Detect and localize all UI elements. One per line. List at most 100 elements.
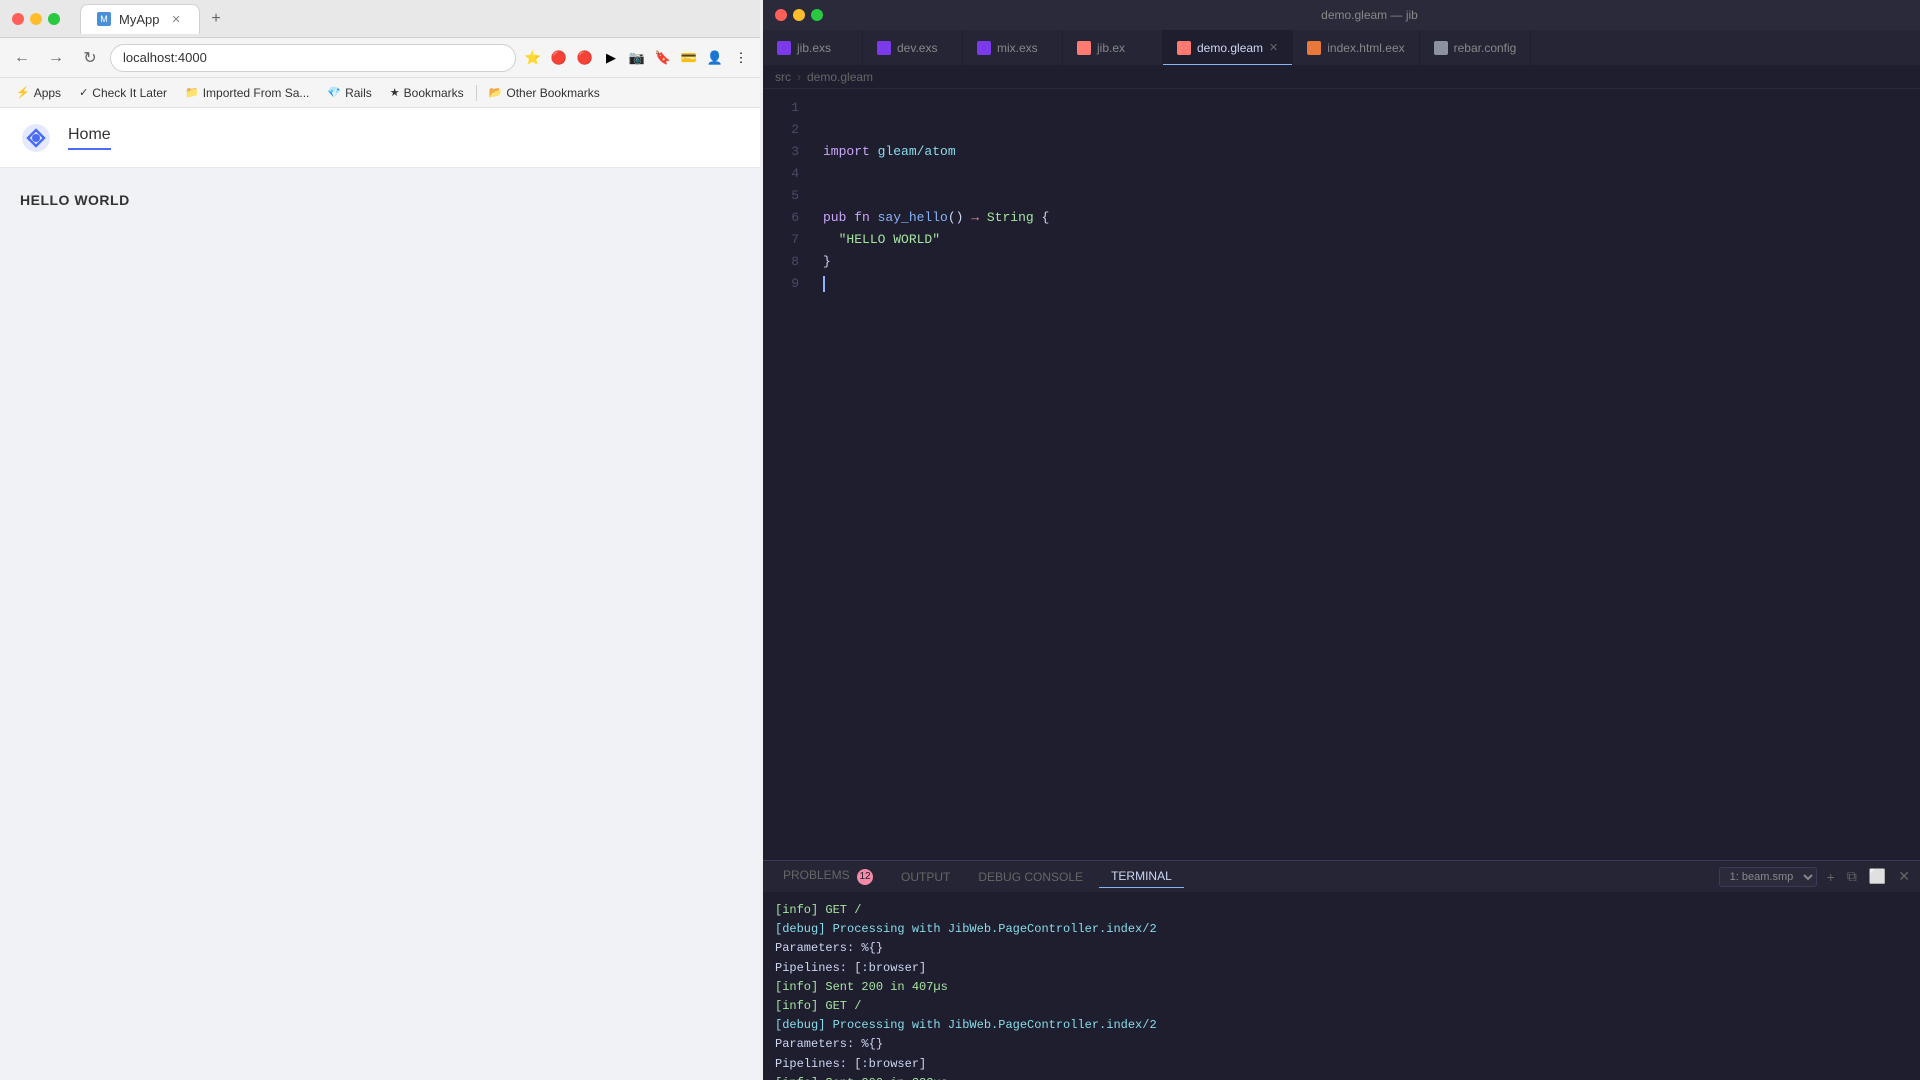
nav-home-link[interactable]: Home	[68, 126, 111, 150]
bookmark-imported-label: Imported From Sa...	[203, 86, 310, 100]
output-tab[interactable]: OUTPUT	[889, 866, 962, 888]
new-tab-button[interactable]: +	[204, 7, 228, 31]
line-num-2: 2	[763, 119, 799, 141]
bookmark-bookmarks[interactable]: ★ Bookmarks	[382, 84, 472, 102]
editor-tab-demo-gleam[interactable]: demo.gleam ✕	[1163, 30, 1293, 65]
output-label: OUTPUT	[901, 870, 950, 884]
folder2-icon: 📂	[489, 86, 503, 99]
jib-ex-icon	[1077, 41, 1091, 55]
bookmark-rails[interactable]: 💎 Rails	[319, 84, 379, 102]
breadcrumb-separator: ›	[797, 70, 801, 84]
term-pipelines-1: Pipelines: [:browser]	[775, 961, 926, 975]
extensions-icon[interactable]: 🔴	[548, 47, 570, 69]
term-debug-2: [debug] Processing with JibWeb.PageContr…	[775, 1018, 1157, 1032]
editor-tab-jib-ex[interactable]: jib.ex	[1063, 30, 1163, 65]
code-line-9	[823, 273, 1920, 295]
tab-title: MyApp	[119, 12, 159, 27]
editor-close-button[interactable]	[775, 9, 787, 21]
bookmark-imported-from-sa[interactable]: 📁 Imported From Sa...	[177, 84, 317, 102]
bookmark-apps[interactable]: ⚡ Apps	[8, 84, 69, 102]
youtube-icon[interactable]: ▶	[600, 47, 622, 69]
problems-tab[interactable]: PROBLEMS 12	[771, 864, 885, 889]
tab-close-button[interactable]: ✕	[171, 13, 180, 26]
breadcrumb-file[interactable]: demo.gleam	[807, 70, 873, 84]
return-type: String	[987, 207, 1034, 229]
forward-button[interactable]: →	[42, 44, 70, 72]
breadcrumb-src[interactable]: src	[775, 70, 791, 84]
terminal-actions: 1: beam.smp + ⧉ ⬜ ✕	[1719, 866, 1912, 887]
wallet-icon[interactable]: 💳	[678, 47, 700, 69]
editor-tab-rebar-config[interactable]: rebar.config	[1420, 30, 1532, 65]
tab-rebar-config-label: rebar.config	[1454, 41, 1517, 55]
terminal-close-button[interactable]: ✕	[1896, 866, 1912, 887]
term-line-4: Pipelines: [:browser]	[775, 959, 1908, 978]
terminal-add-button[interactable]: +	[1825, 867, 1837, 887]
terminal-maximize-button[interactable]: ⬜	[1867, 866, 1888, 887]
profile-icon[interactable]: 👤	[704, 47, 726, 69]
editor-maximize-button[interactable]	[811, 9, 823, 21]
bookmark-mgr-icon[interactable]: 🔖	[652, 47, 674, 69]
terminal-selector[interactable]: 1: beam.smp	[1719, 867, 1817, 887]
nav-icons: ⭐ 🔴 🔴 ▶ 📷 🔖 💳 👤 ⋮	[522, 47, 752, 69]
import-keyword: import	[823, 141, 870, 163]
debug-console-tab[interactable]: DEBUG CONSOLE	[966, 866, 1095, 888]
editor-main: 1 2 3 4 5 6 7 8 9 import gleam/atom pub …	[763, 89, 1920, 860]
code-line-2	[823, 119, 1920, 141]
apps-icon: ⚡	[16, 86, 30, 99]
term-line-2: [debug] Processing with JibWeb.PageContr…	[775, 920, 1908, 939]
address-bar[interactable]	[110, 44, 516, 72]
code-line-1	[823, 97, 1920, 119]
back-button[interactable]: ←	[8, 44, 36, 72]
browser-tab-myapp[interactable]: M MyApp ✕	[80, 4, 200, 34]
refresh-button[interactable]: ↻	[76, 44, 104, 72]
minimize-window-button[interactable]	[30, 13, 42, 25]
pub-fn-keyword: pub fn	[823, 207, 870, 229]
menu-icon[interactable]: ⋮	[730, 47, 752, 69]
bookmarks-bar: ⚡ Apps ✓ Check It Later 📁 Imported From …	[0, 78, 760, 108]
editor-tab-mix-exs[interactable]: mix.exs	[963, 30, 1063, 65]
demo-gleam-close[interactable]: ✕	[1269, 41, 1278, 54]
brace-open: {	[1034, 207, 1050, 229]
code-line-4	[823, 163, 1920, 185]
nav-bar: ← → ↻ ⭐ 🔴 🔴 ▶ 📷 🔖 💳 👤 ⋮	[0, 38, 760, 78]
dev-exs-icon	[877, 41, 891, 55]
gleam-logo-svg	[20, 122, 52, 154]
editor-tab-bar: jib.exs dev.exs mix.exs jib.ex demo.glea…	[763, 30, 1920, 65]
line-num-9: 9	[763, 273, 799, 295]
terminal-split-button[interactable]: ⧉	[1845, 866, 1859, 887]
code-editor[interactable]: import gleam/atom pub fn say_hello() → S…	[811, 89, 1920, 860]
bookmark-check-it-later[interactable]: ✓ Check It Later	[71, 84, 175, 102]
maximize-window-button[interactable]	[48, 13, 60, 25]
tab-jib-ex-label: jib.ex	[1097, 41, 1125, 55]
tab-demo-gleam-label: demo.gleam	[1197, 41, 1263, 55]
bookmark-other[interactable]: 📂 Other Bookmarks	[481, 84, 608, 102]
editor-tab-dev-exs[interactable]: dev.exs	[863, 30, 963, 65]
editor-minimize-button[interactable]	[793, 9, 805, 21]
module-name: gleam/atom	[878, 141, 956, 163]
editor-tab-jib-exs[interactable]: jib.exs	[763, 30, 863, 65]
line-num-5: 5	[763, 185, 799, 207]
tab-favicon: M	[97, 12, 111, 26]
problems-label: PROBLEMS	[783, 868, 850, 882]
terminal-tab[interactable]: TERMINAL	[1099, 865, 1184, 888]
editor-tab-index-html[interactable]: index.html.eex	[1293, 30, 1419, 65]
star-icon[interactable]: ⭐	[522, 47, 544, 69]
indent	[823, 229, 839, 251]
brace-close: }	[823, 251, 831, 273]
save-icon[interactable]: 🔴	[574, 47, 596, 69]
space3	[979, 207, 987, 229]
tab-index-html-label: index.html.eex	[1327, 41, 1404, 55]
traffic-lights	[12, 13, 60, 25]
code-line-3: import gleam/atom	[823, 141, 1920, 163]
term-params-1: Parameters: %{}	[775, 941, 883, 955]
term-debug-1: [debug] Processing with JibWeb.PageContr…	[775, 922, 1157, 936]
hello-world-text: HELLO WORLD	[20, 192, 130, 208]
term-line-9: Pipelines: [:browser]	[775, 1055, 1908, 1074]
screenshot-icon[interactable]: 📷	[626, 47, 648, 69]
function-name: say_hello	[878, 207, 948, 229]
close-window-button[interactable]	[12, 13, 24, 25]
browser-content: Home HELLO WORLD	[0, 108, 760, 1080]
app-logo	[20, 122, 52, 154]
breadcrumb: src › demo.gleam	[763, 65, 1920, 89]
terminal-body[interactable]: [info] GET / [debug] Processing with Jib…	[763, 893, 1920, 1080]
